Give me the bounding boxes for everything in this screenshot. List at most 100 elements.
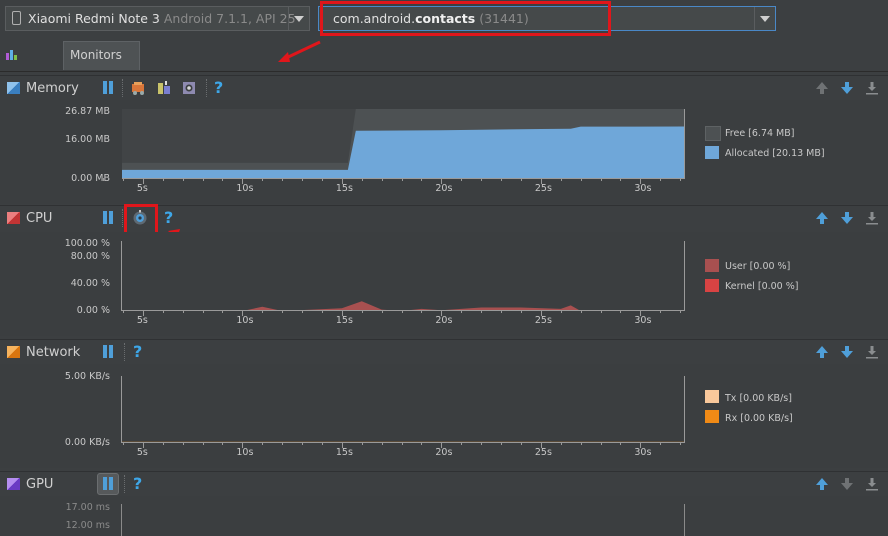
cpu-x-tick-label: 30s	[634, 315, 652, 326]
network-x-tick-mark	[560, 442, 562, 445]
cpu-title: CPU	[26, 211, 53, 226]
arrow-up-icon[interactable]	[815, 211, 829, 225]
arrow-up-icon[interactable]	[815, 477, 829, 491]
download-icon[interactable]	[865, 81, 879, 95]
cpu-x-tick-mark	[282, 310, 284, 313]
legend-tx: Tx [0.00 KB/s]	[725, 393, 792, 404]
legend-swatch-allocated	[705, 146, 719, 159]
memory-x-tick-mark	[162, 178, 164, 181]
memory-icon	[7, 82, 20, 94]
arrow-down-icon[interactable]	[840, 81, 854, 95]
help-icon[interactable]: ?	[133, 474, 142, 493]
network-x-tick-label: 25s	[534, 447, 552, 458]
cpu-y-tick: 0.00 %	[76, 305, 110, 316]
memory-y-tick: 0.00 MB	[71, 173, 110, 184]
network-x-tick-mark	[361, 442, 363, 445]
gpu-y-tick: 12.00 ms	[65, 520, 110, 531]
legend-swatch-kernel	[705, 279, 719, 292]
network-x-tick-label: 15s	[335, 447, 353, 458]
cpu-x-tick-mark	[302, 310, 304, 313]
network-x-tick-label: 10s	[236, 447, 254, 458]
memory-x-tick-mark	[620, 178, 622, 181]
cpu-x-tick-mark	[321, 310, 323, 313]
memory-y-tick: 26.87 MB	[65, 106, 110, 117]
help-icon[interactable]: ?	[214, 78, 223, 97]
network-x-tick-mark	[262, 442, 264, 445]
cpu-chart	[122, 301, 685, 311]
legend-user: User [0.00 %]	[725, 261, 791, 272]
network-chart	[122, 441, 685, 443]
memory-x-tick-mark	[401, 178, 403, 181]
network-x-tick-mark	[620, 442, 622, 445]
network-x-tick-mark	[481, 442, 483, 445]
memory-plot	[122, 109, 685, 179]
download-icon[interactable]	[865, 211, 879, 225]
memory-x-tick-mark	[660, 178, 662, 181]
memory-x-tick-mark	[182, 178, 184, 181]
cpu-y-tick: 80.00 %	[70, 251, 110, 262]
legend-swatch-tx	[705, 390, 719, 403]
arrow-up-icon[interactable]	[815, 81, 829, 95]
chevron-down-icon[interactable]	[288, 7, 309, 30]
cpu-x-tick-mark	[520, 310, 522, 313]
allocation-tracker-icon[interactable]	[182, 81, 196, 95]
pause-button[interactable]	[102, 477, 114, 490]
network-y-tick: 5.00 KB/s	[64, 371, 110, 382]
memory-x-tick-mark	[321, 178, 323, 181]
tab-monitors[interactable]: Monitors →*	[63, 41, 140, 89]
arrow-up-icon[interactable]	[815, 345, 829, 359]
network-chart-area: 5.00 KB/s 0.00 KB/s Tx [0.00 KB/s] Rx [0…	[0, 364, 888, 468]
network-x-tick-mark	[222, 442, 224, 445]
download-icon[interactable]	[865, 345, 879, 359]
memory-x-tick-label: 30s	[634, 183, 652, 194]
network-plot-edge	[684, 376, 685, 443]
help-icon[interactable]: ?	[133, 342, 142, 361]
help-icon[interactable]: ?	[164, 208, 173, 227]
memory-chart-area: 26.87 MB 16.00 MB 0.00 MB Free [6.74 MB]…	[0, 100, 888, 204]
network-y-tick: 0.00 KB/s	[64, 437, 110, 448]
cpu-x-tick-mark	[162, 310, 164, 313]
cpu-plot-left-edge	[121, 241, 122, 311]
network-x-tick-mark	[660, 442, 662, 445]
memory-x-tick-label: 15s	[335, 183, 353, 194]
cpu-x-tick-mark	[620, 310, 622, 313]
gpu-y-tick: 17.00 ms	[65, 502, 110, 513]
memory-x-tick-label: 20s	[435, 183, 453, 194]
legend-rx: Rx [0.00 KB/s]	[725, 413, 793, 424]
pause-button[interactable]	[102, 81, 114, 94]
cpu-icon	[7, 212, 20, 224]
memory-x-tick-mark	[461, 178, 463, 181]
memory-x-tick-mark	[302, 178, 304, 181]
separator	[206, 79, 208, 97]
logcat-icon	[6, 49, 18, 60]
memory-x-tick-mark	[600, 178, 602, 181]
gc-icon[interactable]	[131, 81, 145, 95]
download-icon[interactable]	[865, 477, 879, 491]
network-x-tick-mark	[580, 442, 582, 445]
tab-logcat[interactable]: logcat	[2, 41, 62, 88]
memory-x-tick-label: 25s	[534, 183, 552, 194]
cpu-x-tick-mark	[501, 310, 503, 313]
network-x-tick-mark	[401, 442, 403, 445]
network-x-tick-mark	[381, 442, 383, 445]
arrow-down-icon[interactable]	[840, 345, 854, 359]
chevron-down-icon[interactable]	[754, 7, 775, 30]
dump-java-heap-icon[interactable]	[157, 81, 171, 95]
arrow-down-icon[interactable]	[840, 211, 854, 225]
cpu-x-tick-mark	[202, 310, 204, 313]
device-dropdown[interactable]: Xiaomi Redmi Note 3 Android 7.1.1, API 2…	[5, 6, 310, 31]
network-plot	[122, 376, 685, 443]
legend-swatch-rx	[705, 410, 719, 423]
memory-x-tick-mark	[680, 178, 682, 181]
cpu-x-tick-label: 15s	[335, 315, 353, 326]
arrow-down-icon[interactable]	[840, 477, 854, 491]
network-x-tick-mark	[600, 442, 602, 445]
device-toolbar: Xiaomi Redmi Note 3 Android 7.1.1, API 2…	[0, 0, 888, 40]
memory-series-allocated	[122, 126, 685, 179]
network-x-tick-label: 20s	[435, 447, 453, 458]
pause-button[interactable]	[102, 345, 114, 358]
pause-button[interactable]	[102, 211, 114, 224]
network-plot-left-edge	[121, 376, 122, 443]
memory-x-tick-mark	[481, 178, 483, 181]
memory-y-tick: 16.00 MB	[65, 134, 110, 145]
